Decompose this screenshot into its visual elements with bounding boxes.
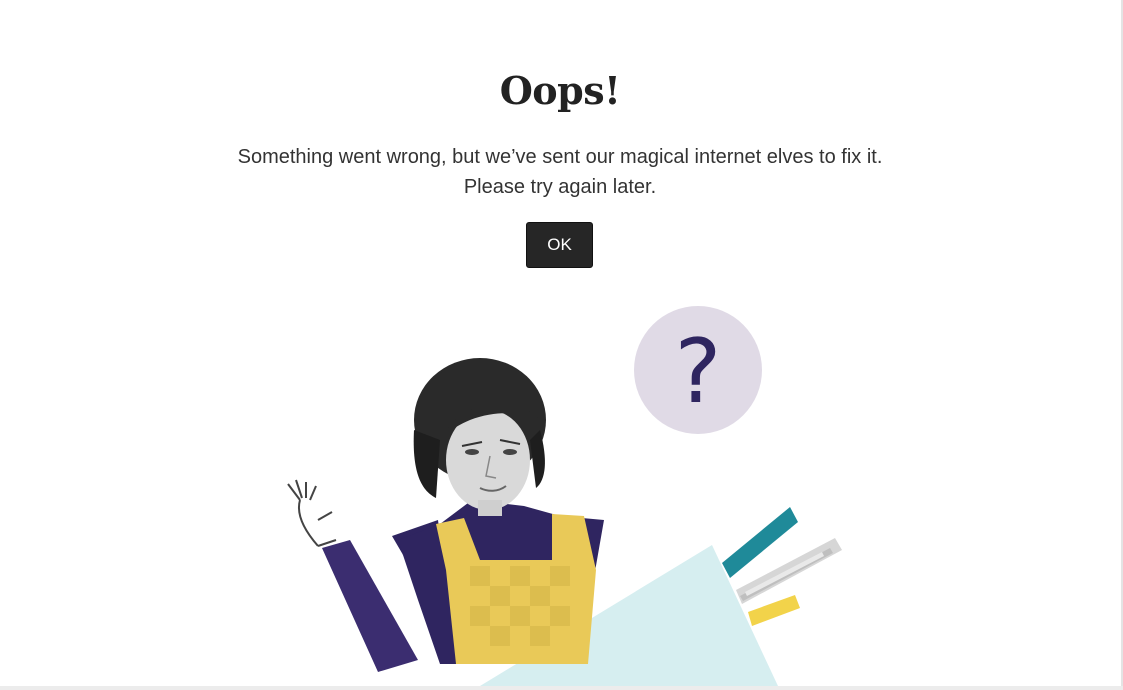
question-mark-icon: ?: [675, 320, 722, 423]
hand-icon: [287, 479, 337, 547]
error-page: Oops! Something went wrong, but we’ve se…: [0, 0, 1123, 690]
bottom-edge-divider: [0, 686, 1123, 690]
woman-head: [413, 358, 546, 516]
confused-woman-illustration: ?: [287, 306, 842, 686]
yellow-stripe-shape: [748, 595, 800, 626]
